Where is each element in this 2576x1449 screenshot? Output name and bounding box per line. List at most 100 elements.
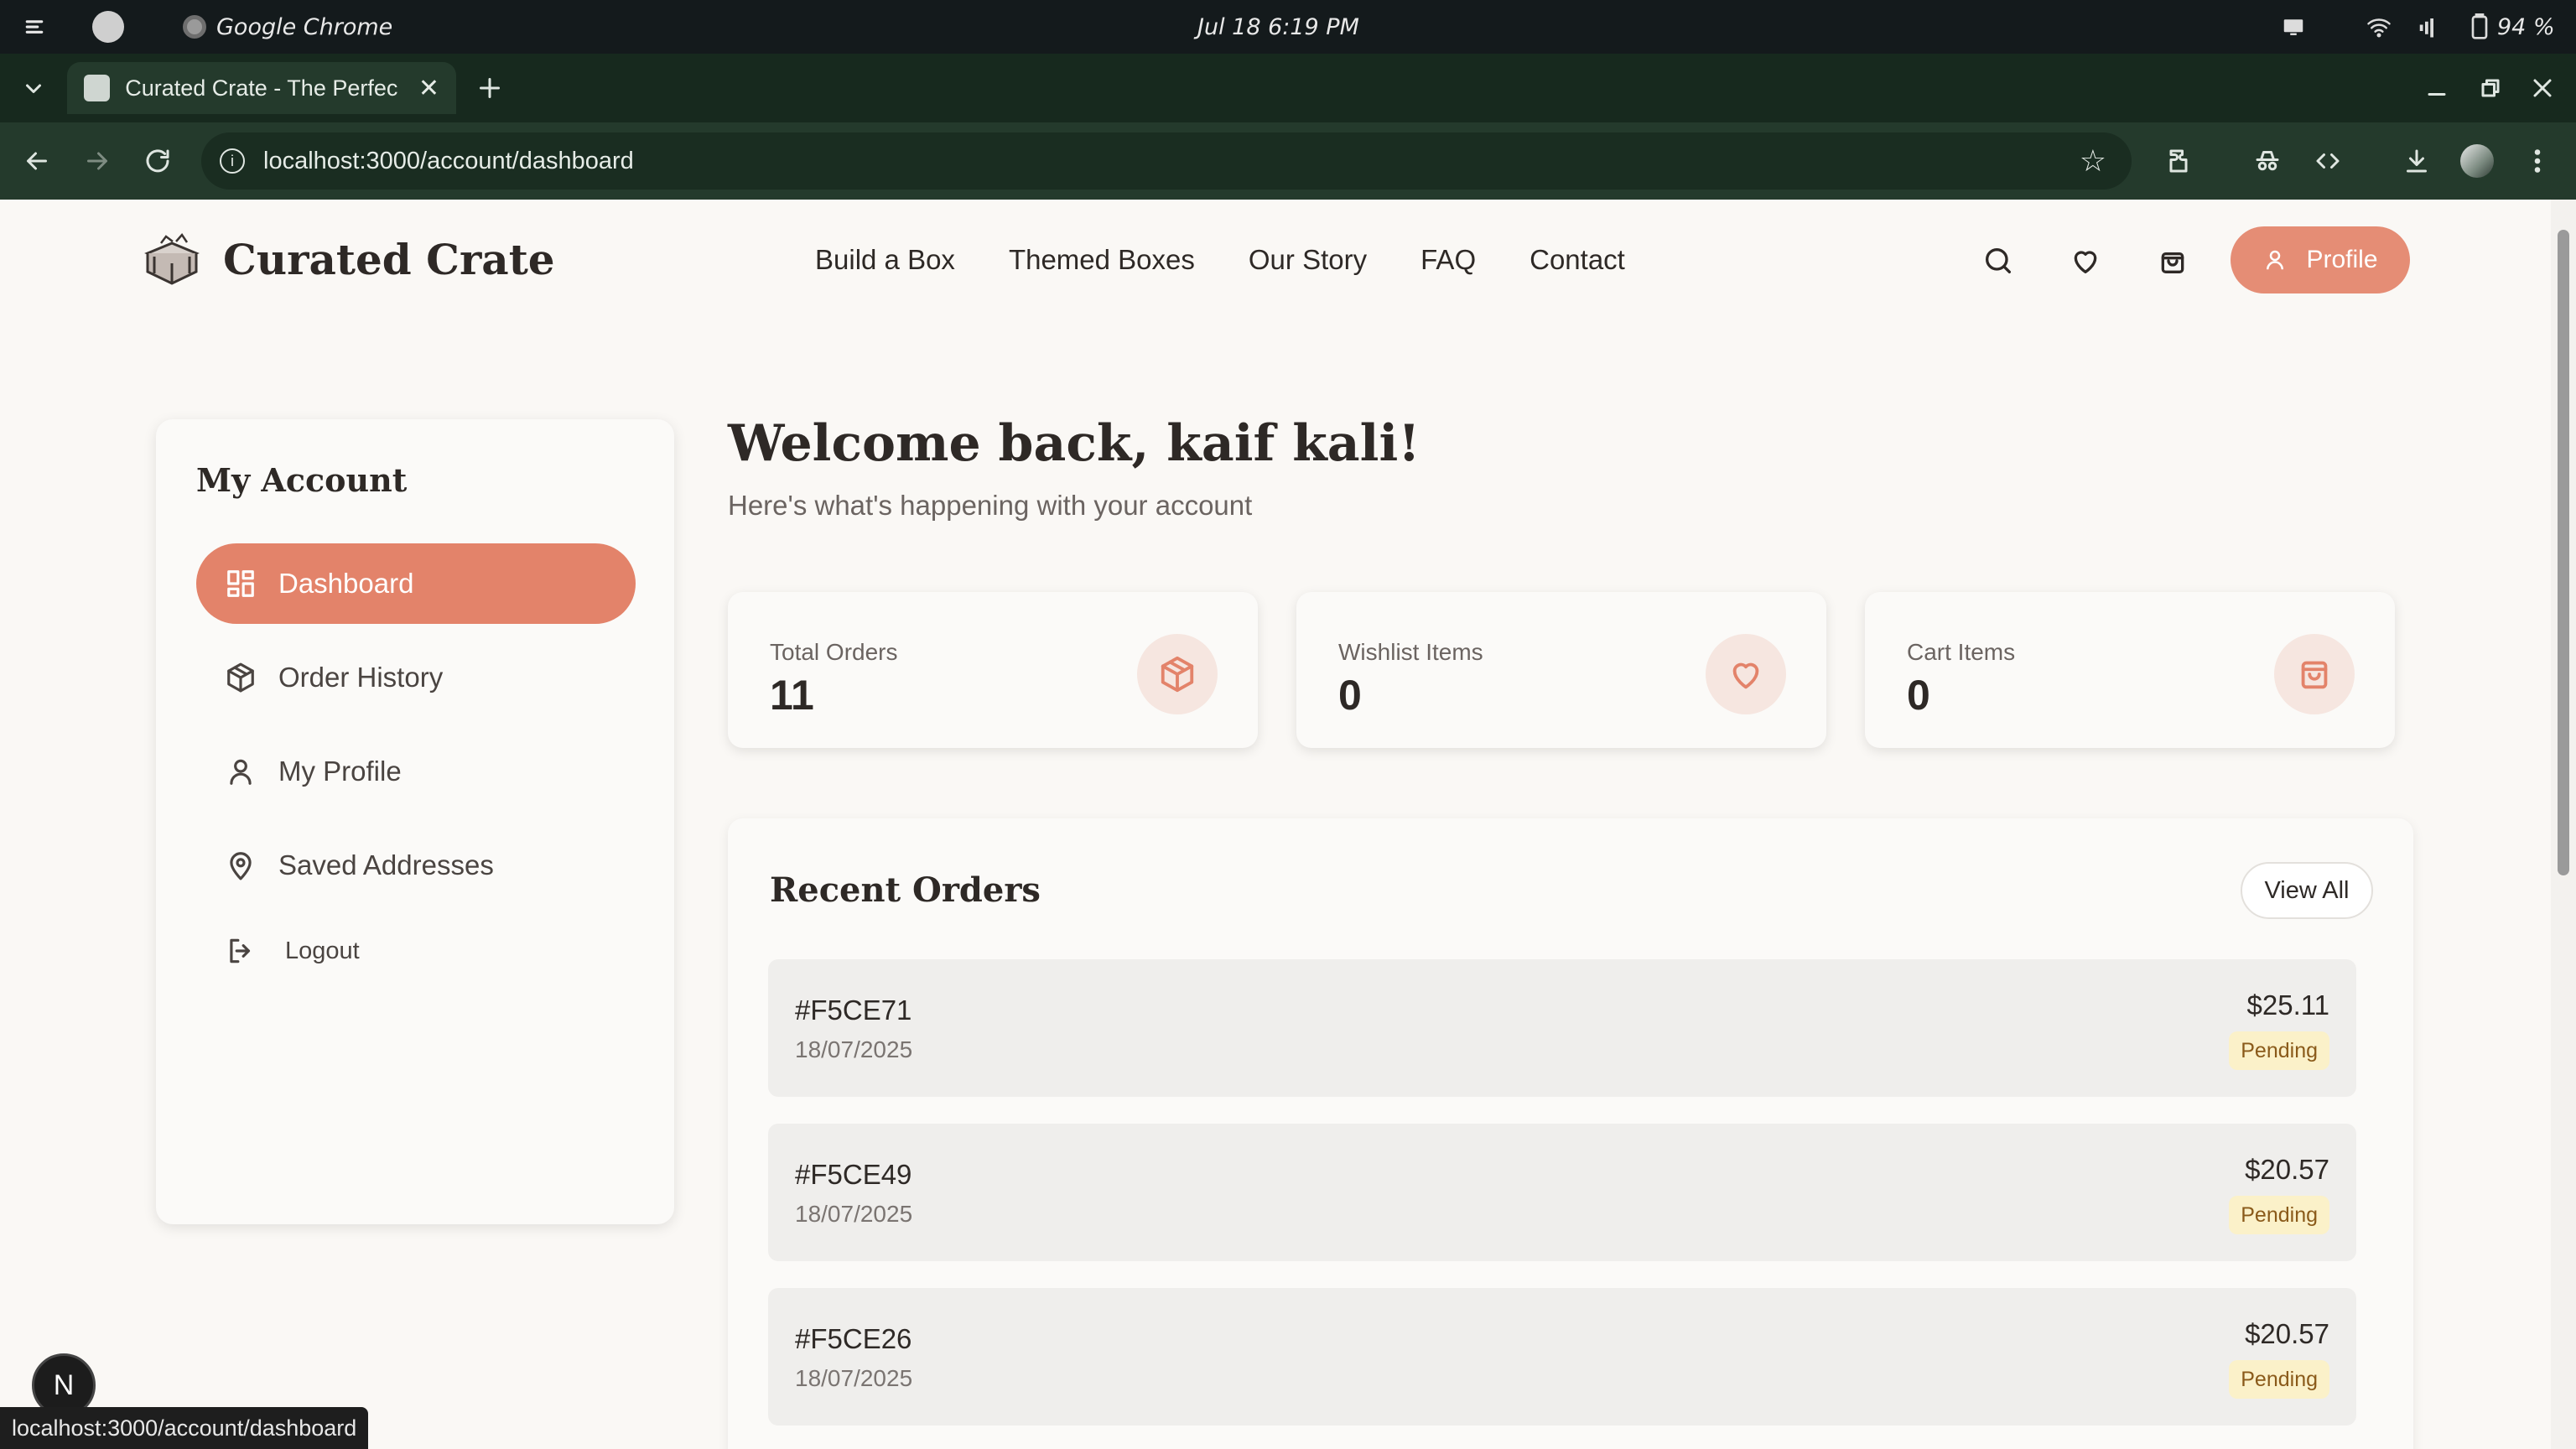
incognito-icon[interactable] bbox=[2242, 136, 2293, 186]
status-badge: Pending bbox=[2229, 1360, 2329, 1399]
link-status-url: localhost:3000/account/dashboard bbox=[0, 1407, 369, 1449]
sidebar-title: My Account bbox=[196, 461, 408, 499]
screen-icon[interactable] bbox=[2279, 0, 2308, 54]
back-icon[interactable] bbox=[12, 136, 62, 186]
url-text: localhost:3000/account/dashboard bbox=[263, 147, 634, 174]
search-icon[interactable] bbox=[1976, 238, 2021, 283]
bag-icon bbox=[2274, 634, 2355, 714]
order-price: $20.57 bbox=[2245, 1318, 2329, 1349]
recent-orders-title: Recent Orders bbox=[770, 870, 1041, 910]
site-favicon-icon bbox=[84, 75, 111, 101]
crate-logo-icon bbox=[144, 232, 200, 285]
site-info-icon[interactable]: i bbox=[220, 148, 245, 174]
status-badge: Pending bbox=[2229, 1196, 2329, 1234]
close-window-icon[interactable] bbox=[2517, 63, 2568, 113]
avatar[interactable] bbox=[2452, 136, 2502, 186]
stat-label: Wishlist Items bbox=[1338, 639, 1483, 665]
recent-orders-panel: Recent Orders View All #F5CE71 18/07/202… bbox=[728, 818, 2413, 1449]
sidebar-item-label: Logout bbox=[285, 937, 360, 964]
nav-build-a-box[interactable]: Build a Box bbox=[815, 244, 955, 276]
active-app[interactable]: Google Chrome bbox=[183, 0, 392, 54]
extensions-icon[interactable] bbox=[2153, 136, 2204, 186]
nav-contact[interactable]: Contact bbox=[1530, 244, 1625, 276]
sidebar-item-label: My Profile bbox=[278, 756, 402, 787]
volume-icon[interactable] bbox=[2415, 0, 2444, 54]
app-name: Google Chrome bbox=[216, 13, 393, 40]
address-bar[interactable]: i localhost:3000/account/dashboard ☆ bbox=[201, 132, 2132, 190]
wishlist-heart-icon[interactable] bbox=[2063, 238, 2108, 283]
stat-value: 0 bbox=[1338, 672, 1362, 719]
main-nav: Build a Box Themed Boxes Our Story FAQ C… bbox=[815, 200, 1625, 320]
logo-text: Curated Crate bbox=[223, 234, 555, 284]
order-id: #F5CE71 bbox=[795, 995, 912, 1026]
clock[interactable]: Jul 18 6:19 PM bbox=[1197, 0, 1359, 54]
reload-icon[interactable] bbox=[132, 136, 183, 186]
forward-icon[interactable] bbox=[72, 136, 122, 186]
battery-percent: 94 % bbox=[2497, 13, 2555, 40]
order-row[interactable]: #F5CE71 18/07/2025 $25.11 Pending bbox=[768, 959, 2356, 1097]
profile-label: Profile bbox=[2306, 246, 2378, 273]
user-icon bbox=[2267, 250, 2284, 270]
order-date: 18/07/2025 bbox=[795, 1365, 913, 1391]
order-price: $20.57 bbox=[2245, 1154, 2329, 1185]
chrome-icon bbox=[183, 15, 206, 39]
download-icon[interactable] bbox=[2392, 136, 2442, 186]
circle-indicator-icon bbox=[92, 0, 124, 54]
nav-our-story[interactable]: Our Story bbox=[1249, 244, 1367, 276]
browser-tab[interactable]: Curated Crate - The Perfec ✕ bbox=[67, 62, 456, 114]
sidebar-item-logout[interactable]: Logout bbox=[196, 911, 636, 991]
sidebar-item-my-profile[interactable]: My Profile bbox=[196, 731, 636, 812]
battery-icon bbox=[2471, 13, 2488, 39]
bookmark-star-icon[interactable]: ☆ bbox=[2080, 143, 2106, 179]
tab-search-icon[interactable] bbox=[8, 63, 59, 113]
user-icon bbox=[230, 759, 252, 785]
stat-card-wishlist-items: Wishlist Items 0 bbox=[1296, 592, 1826, 748]
wifi-icon[interactable] bbox=[2365, 0, 2393, 54]
account-sidebar: My Account Dashboard Order History My Pr… bbox=[156, 419, 674, 1224]
order-row[interactable]: #F5CE49 18/07/2025 $20.57 Pending bbox=[768, 1124, 2356, 1261]
site-logo[interactable]: Curated Crate bbox=[143, 231, 555, 287]
code-icon[interactable] bbox=[2303, 136, 2353, 186]
sidebar-item-saved-addresses[interactable]: Saved Addresses bbox=[196, 825, 636, 906]
page-viewport: Curated Crate Build a Box Themed Boxes O… bbox=[0, 200, 2576, 1449]
profile-button[interactable]: Profile bbox=[2231, 226, 2410, 293]
page-scrollbar[interactable] bbox=[2551, 200, 2576, 1449]
sidebar-item-dashboard[interactable]: Dashboard bbox=[196, 543, 636, 624]
more-menu-icon[interactable] bbox=[2512, 136, 2563, 186]
nav-faq[interactable]: FAQ bbox=[1420, 244, 1476, 276]
sidebar-item-label: Order History bbox=[278, 662, 444, 693]
new-tab-icon[interactable] bbox=[465, 63, 515, 113]
activities-icon[interactable] bbox=[22, 0, 47, 54]
page-title: Welcome back, kaif kali! bbox=[728, 414, 1420, 473]
close-tab-icon[interactable]: ✕ bbox=[418, 74, 439, 103]
cart-bag-icon[interactable] bbox=[2150, 238, 2195, 283]
nav-themed-boxes[interactable]: Themed Boxes bbox=[1009, 244, 1195, 276]
sidebar-item-label: Saved Addresses bbox=[278, 849, 494, 880]
map-pin-icon bbox=[230, 852, 252, 880]
stat-value: 0 bbox=[1907, 672, 1930, 719]
minimize-icon[interactable] bbox=[2412, 63, 2462, 113]
restore-icon[interactable] bbox=[2465, 63, 2516, 113]
stat-label: Total Orders bbox=[770, 639, 898, 665]
order-row[interactable]: #F5CE26 18/07/2025 $20.57 Pending bbox=[768, 1288, 2356, 1426]
logout-icon bbox=[230, 938, 251, 963]
status-badge: Pending bbox=[2229, 1031, 2329, 1070]
grid-icon bbox=[227, 570, 254, 597]
view-all-button[interactable]: View All bbox=[2241, 862, 2373, 919]
stat-label: Cart Items bbox=[1907, 639, 2016, 665]
stat-value: 11 bbox=[770, 672, 814, 719]
tab-strip: Curated Crate - The Perfec ✕ bbox=[0, 54, 2576, 122]
order-id: #F5CE26 bbox=[795, 1323, 912, 1354]
order-date: 18/07/2025 bbox=[795, 1201, 913, 1227]
os-top-bar: Google Chrome Jul 18 6:19 PM 94 % bbox=[0, 0, 2576, 54]
stat-card-cart-items: Cart Items 0 bbox=[1865, 592, 2395, 748]
tab-title: Curated Crate - The Perfec bbox=[125, 75, 398, 101]
browser-toolbar: i localhost:3000/account/dashboard ☆ bbox=[0, 122, 2576, 200]
battery[interactable]: 94 % bbox=[2469, 0, 2555, 54]
package-icon bbox=[1137, 634, 1218, 714]
scrollbar-thumb[interactable] bbox=[2558, 230, 2569, 875]
sidebar-item-order-history[interactable]: Order History bbox=[196, 637, 636, 718]
sidebar-item-label: Dashboard bbox=[278, 568, 414, 599]
package-icon bbox=[227, 662, 254, 693]
order-id: #F5CE49 bbox=[795, 1159, 912, 1190]
